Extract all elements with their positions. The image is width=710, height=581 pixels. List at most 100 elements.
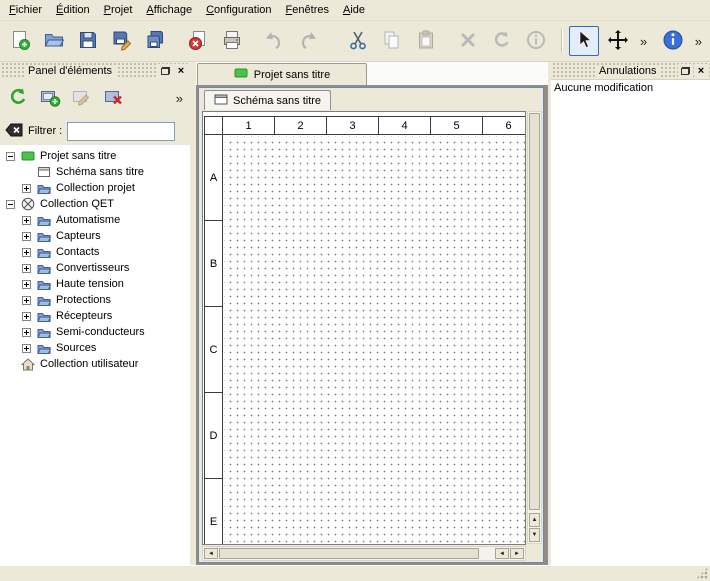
resize-grip[interactable] — [696, 567, 708, 579]
menu-aide[interactable]: Aide — [336, 1, 372, 19]
folder-icon — [36, 229, 52, 243]
menu-fenetres[interactable]: Fenêtres — [279, 1, 336, 19]
delete-button[interactable] — [453, 26, 483, 56]
scroll-left-button-2[interactable]: ◄ — [495, 548, 509, 559]
copy-button[interactable] — [377, 26, 407, 56]
diagram-icon — [36, 165, 52, 179]
collapse-icon[interactable] — [6, 152, 15, 161]
undo-dock-titlebar[interactable]: Annulations × — [551, 62, 710, 79]
diagram-grid-canvas[interactable] — [224, 136, 526, 545]
cut-button[interactable] — [343, 26, 373, 56]
horizontal-scrollbar[interactable]: ◄ ◄ ► — [202, 546, 526, 561]
tree-item-label: Projet sans titre — [40, 150, 116, 162]
tree-item-schema-sans-titre[interactable]: Schéma sans titre — [0, 164, 190, 180]
row-header-b: B — [205, 221, 222, 307]
redo-button[interactable] — [293, 26, 323, 56]
toolbar-overflow-2-button[interactable]: » — [692, 34, 705, 49]
filter-row: Filtrer : — [0, 117, 190, 145]
tree-item-contacts[interactable]: Contacts — [0, 244, 190, 260]
diagram-view[interactable]: 1 2 3 4 5 6 A B C D E — [202, 111, 526, 545]
tree-item-sources[interactable]: Sources — [0, 340, 190, 356]
new-document-button[interactable] — [5, 26, 35, 56]
close-file-button[interactable] — [183, 26, 213, 56]
open-file-button[interactable] — [39, 26, 69, 56]
save-button[interactable] — [73, 26, 103, 56]
dock-float-button[interactable] — [678, 64, 692, 77]
expand-icon[interactable] — [22, 216, 31, 225]
tree-item-collection-projet[interactable]: Collection projet — [0, 180, 190, 196]
tree-item-convertisseurs[interactable]: Convertisseurs — [0, 260, 190, 276]
row-header-c: C — [205, 307, 222, 393]
folder-icon — [36, 277, 52, 291]
undo-history-list[interactable]: Aucune modification — [551, 79, 710, 565]
tree-item-capteurs[interactable]: Capteurs — [0, 228, 190, 244]
dock-close-button[interactable]: × — [174, 64, 188, 77]
expand-icon[interactable] — [22, 248, 31, 257]
move-tool-button[interactable] — [603, 26, 633, 56]
expand-icon[interactable] — [22, 232, 31, 241]
undo-history-item[interactable]: Aucune modification — [551, 80, 710, 96]
reload-collections-button[interactable] — [4, 84, 32, 112]
scroll-down-button[interactable]: ▼ — [529, 528, 540, 542]
tree-item-projet-sans-titre[interactable]: Projet sans titre — [0, 148, 190, 164]
tree-item-haute-tension[interactable]: Haute tension — [0, 276, 190, 292]
vertical-scrollbar-thumb[interactable] — [529, 113, 540, 510]
menu-configuration[interactable]: Configuration — [199, 1, 278, 19]
column-header-1: 1 — [223, 117, 275, 134]
elements-toolbar-overflow-button[interactable]: » — [173, 91, 186, 106]
folder-icon — [36, 245, 52, 259]
scroll-right-button[interactable]: ► — [510, 548, 524, 559]
save-all-button[interactable] — [141, 26, 171, 56]
dock-float-button[interactable] — [158, 64, 172, 77]
filter-input[interactable] — [67, 122, 175, 141]
expand-icon[interactable] — [22, 312, 31, 321]
vertical-scrollbar[interactable]: ▲ ▼ — [527, 111, 542, 544]
expand-icon[interactable] — [22, 280, 31, 289]
clear-filter-button[interactable] — [5, 123, 23, 140]
new-element-button[interactable] — [36, 84, 64, 112]
tree-item-automatisme[interactable]: Automatisme — [0, 212, 190, 228]
rotate-button[interactable] — [487, 26, 517, 56]
tree-item-label: Contacts — [56, 246, 99, 258]
select-tool-button[interactable] — [569, 26, 599, 56]
menu-projet[interactable]: Projet — [97, 1, 140, 19]
tab-schema-sans-titre[interactable]: Schéma sans titre — [204, 90, 331, 110]
elements-panel-titlebar[interactable]: Panel d'éléments × — [0, 62, 190, 79]
save-as-button[interactable] — [107, 26, 137, 56]
reload-icon — [7, 86, 29, 111]
expand-icon[interactable] — [22, 296, 31, 305]
tree-item-label: Protections — [56, 294, 111, 306]
element-info-button[interactable] — [521, 26, 551, 56]
toolbar-overflow-button[interactable]: » — [637, 34, 650, 49]
menu-fichier[interactable]: Fichier — [2, 1, 49, 19]
move-arrows-icon — [607, 29, 629, 54]
horizontal-scrollbar-thumb[interactable] — [219, 548, 479, 559]
expand-icon[interactable] — [22, 184, 31, 193]
scissors-icon — [347, 29, 369, 54]
print-button[interactable] — [217, 26, 247, 56]
expand-icon[interactable] — [22, 264, 31, 273]
expand-icon[interactable] — [22, 344, 31, 353]
tree-item-recepteurs[interactable]: Récepteurs — [0, 308, 190, 324]
delete-element-button[interactable] — [100, 84, 128, 112]
folder-icon — [36, 261, 52, 275]
dock-grip — [116, 62, 156, 79]
edit-element-button[interactable] — [68, 84, 96, 112]
menu-affichage[interactable]: Affichage — [139, 1, 199, 19]
scroll-up-button[interactable]: ▲ — [529, 513, 540, 527]
collapse-icon[interactable] — [6, 200, 15, 209]
info-icon — [525, 29, 547, 54]
tab-projet-sans-titre[interactable]: Projet sans titre — [197, 63, 367, 85]
scroll-left-button[interactable]: ◄ — [204, 548, 218, 559]
expand-icon[interactable] — [22, 328, 31, 337]
tree-item-label: Automatisme — [56, 214, 120, 226]
menu-edition[interactable]: Édition — [49, 1, 97, 19]
tree-item-protections[interactable]: Protections — [0, 292, 190, 308]
dock-close-button[interactable]: × — [694, 64, 708, 77]
about-qet-button[interactable] — [658, 26, 688, 56]
tree-item-collection-qet[interactable]: Collection QET — [0, 196, 190, 212]
paste-button[interactable] — [411, 26, 441, 56]
tree-item-collection-utilisateur[interactable]: Collection utilisateur — [0, 356, 190, 372]
undo-button[interactable] — [259, 26, 289, 56]
tree-item-semi-conducteurs[interactable]: Semi-conducteurs — [0, 324, 190, 340]
